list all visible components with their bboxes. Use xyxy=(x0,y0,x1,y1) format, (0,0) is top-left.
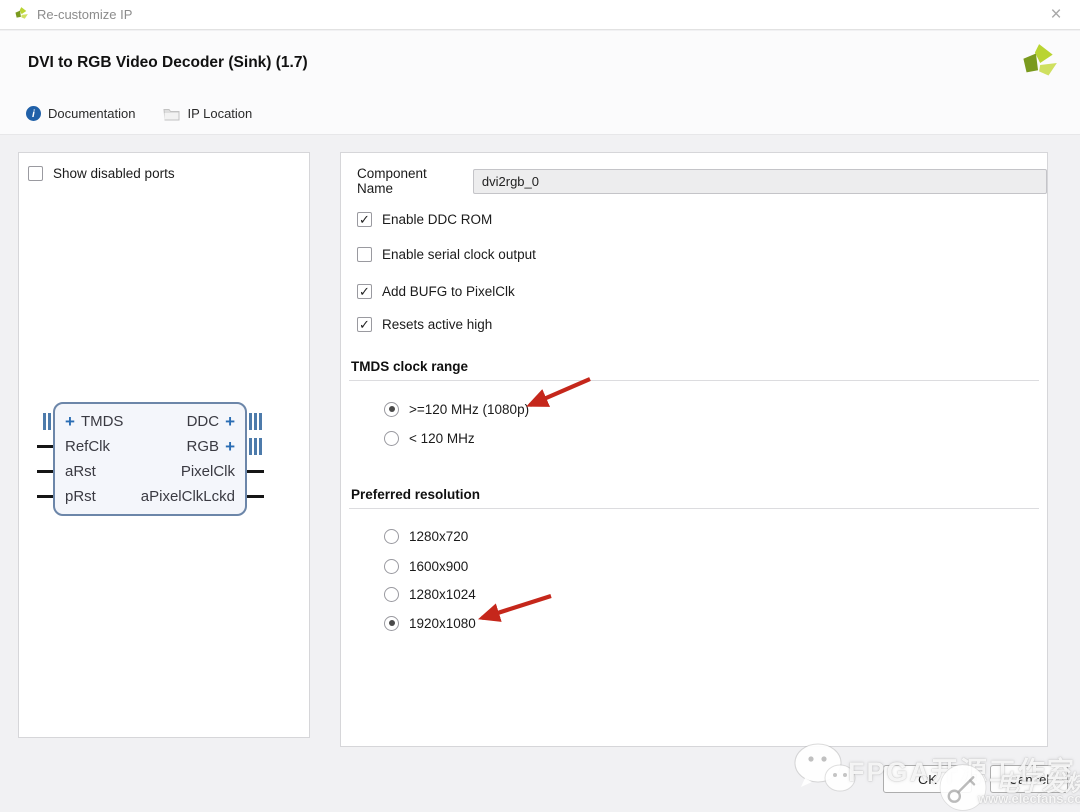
expand-port-icon[interactable]: + xyxy=(225,413,235,430)
checkbox-enable-ddc-rom[interactable]: ✓ Enable DDC ROM xyxy=(357,208,492,230)
radio-label: < 120 MHz xyxy=(409,431,475,446)
info-icon: i xyxy=(26,106,41,121)
radio-label: 1280x1024 xyxy=(409,587,476,602)
checkbox-resets-active-high[interactable]: ✓ Resets active high xyxy=(357,313,492,335)
checkbox-add-bufg-to-pixelclk[interactable]: ✓ Add BUFG to PixelClk xyxy=(357,280,515,302)
port-label: DDC xyxy=(187,413,220,430)
port-label: RefClk xyxy=(65,438,110,455)
expand-port-icon[interactable]: + xyxy=(65,413,75,430)
radio-icon[interactable] xyxy=(384,559,399,574)
checkbox-label: Enable serial clock output xyxy=(382,247,536,262)
port-label: aPixelClkLckd xyxy=(141,488,235,505)
port-row-ddc: DDC + xyxy=(141,409,235,434)
radio-icon[interactable] xyxy=(384,616,399,631)
ddc-bus-stub xyxy=(249,413,262,430)
dialog-header: DVI to RGB Video Decoder (Sink) (1.7) i … xyxy=(0,31,1080,135)
section-title-preferred-resolution: Preferred resolution xyxy=(351,487,480,502)
radio-tmds-lt-120mhz[interactable]: < 120 MHz xyxy=(384,427,475,449)
checkbox-show-disabled-ports[interactable]: Show disabled ports xyxy=(28,162,175,184)
close-icon[interactable]: × xyxy=(1044,3,1068,27)
radio-resolution-1600x900[interactable]: 1600x900 xyxy=(384,555,468,577)
ip-location-link[interactable]: IP Location xyxy=(163,106,252,121)
section-title-tmds-clock-range: TMDS clock range xyxy=(351,359,468,374)
documentation-label: Documentation xyxy=(48,106,135,121)
port-row-rgb: RGB + xyxy=(141,434,235,459)
ip-block-diagram: + TMDS RefClk aRst pRst DDC xyxy=(35,402,265,516)
rgb-bus-stub xyxy=(249,438,262,455)
recustomize-ip-dialog: Re-customize IP × DVI to RGB Video Decod… xyxy=(0,0,1080,812)
checkbox-icon[interactable]: ✓ xyxy=(357,212,372,227)
ip-location-label: IP Location xyxy=(187,106,252,121)
port-label: RGB xyxy=(187,438,220,455)
expand-port-icon[interactable]: + xyxy=(225,438,235,455)
port-label: aRst xyxy=(65,463,96,480)
port-label: TMDS xyxy=(81,413,124,430)
component-name-row: Component Name dvi2rgb_0 xyxy=(357,166,1047,196)
xilinx-leaf-logo xyxy=(1014,41,1060,87)
radio-icon[interactable] xyxy=(384,529,399,544)
radio-label: 1280x720 xyxy=(409,529,468,544)
radio-icon[interactable] xyxy=(384,587,399,602)
config-panel: Component Name dvi2rgb_0 ✓ Enable DDC RO… xyxy=(340,152,1048,747)
arst-wire-stub xyxy=(37,470,54,473)
port-row-prst: pRst xyxy=(65,484,141,509)
radio-label: >=120 MHz (1080p) xyxy=(409,402,529,417)
vivado-icon xyxy=(12,6,29,23)
radio-resolution-1920x1080[interactable]: 1920x1080 xyxy=(384,612,476,634)
radio-resolution-1280x720[interactable]: 1280x720 xyxy=(384,525,468,547)
port-row-apixelclklckd: aPixelClkLckd xyxy=(141,484,235,509)
refclk-wire-stub xyxy=(37,445,54,448)
checkbox-enable-serial-clock-output[interactable]: Enable serial clock output xyxy=(357,243,536,265)
port-row-arst: aRst xyxy=(65,459,141,484)
radio-tmds-gte-120mhz[interactable]: >=120 MHz (1080p) xyxy=(384,398,529,420)
checkbox-icon[interactable]: ✓ xyxy=(357,284,372,299)
radio-label: 1920x1080 xyxy=(409,616,476,631)
component-name-field[interactable]: dvi2rgb_0 xyxy=(473,169,1047,194)
prst-wire-stub xyxy=(37,495,54,498)
cancel-button[interactable]: Cancel xyxy=(990,765,1068,793)
checkbox-icon[interactable] xyxy=(28,166,43,181)
header-links: i Documentation IP Location xyxy=(26,106,252,121)
radio-icon[interactable] xyxy=(384,431,399,446)
documentation-link[interactable]: i Documentation xyxy=(26,106,135,121)
cancel-button-label: Cancel xyxy=(1009,772,1049,787)
section-divider xyxy=(349,380,1039,381)
checkbox-label: Add BUFG to PixelClk xyxy=(382,284,515,299)
apixelclklckd-wire-stub xyxy=(247,495,264,498)
checkbox-label: Show disabled ports xyxy=(53,166,175,181)
ip-title: DVI to RGB Video Decoder (Sink) (1.7) xyxy=(28,54,308,72)
wechat-icon xyxy=(793,742,857,798)
output-ports-column: DDC + RGB + PixelClk aPixelClkLckd xyxy=(141,409,235,509)
radio-resolution-1280x1024[interactable]: 1280x1024 xyxy=(384,583,476,605)
checkbox-label: Enable DDC ROM xyxy=(382,212,492,227)
tmds-bus-stub xyxy=(43,413,51,430)
ok-button[interactable]: OK xyxy=(883,765,972,793)
titlebar: Re-customize IP × xyxy=(0,0,1080,30)
checkbox-icon[interactable]: ✓ xyxy=(357,317,372,332)
ip-block: + TMDS RefClk aRst pRst DDC xyxy=(53,402,247,516)
pixelclk-wire-stub xyxy=(247,470,264,473)
ports-panel: Show disabled ports + TMDS RefClk xyxy=(18,152,310,738)
ok-button-label: OK xyxy=(918,772,937,787)
port-label: pRst xyxy=(65,488,96,505)
radio-label: 1600x900 xyxy=(409,559,468,574)
window-title: Re-customize IP xyxy=(37,7,132,22)
folder-icon xyxy=(163,107,180,121)
port-row-refclk: RefClk xyxy=(65,434,141,459)
port-row-pixelclk: PixelClk xyxy=(141,459,235,484)
component-name-label: Component Name xyxy=(357,166,464,196)
radio-icon[interactable] xyxy=(384,402,399,417)
section-divider xyxy=(349,508,1039,509)
component-name-value: dvi2rgb_0 xyxy=(482,174,539,189)
checkbox-icon[interactable] xyxy=(357,247,372,262)
input-ports-column: + TMDS RefClk aRst pRst xyxy=(65,409,141,509)
checkbox-label: Resets active high xyxy=(382,317,492,332)
watermark-url: www.elecfans.com xyxy=(978,791,1080,806)
port-row-tmds: + TMDS xyxy=(65,409,141,434)
port-label: PixelClk xyxy=(181,463,235,480)
